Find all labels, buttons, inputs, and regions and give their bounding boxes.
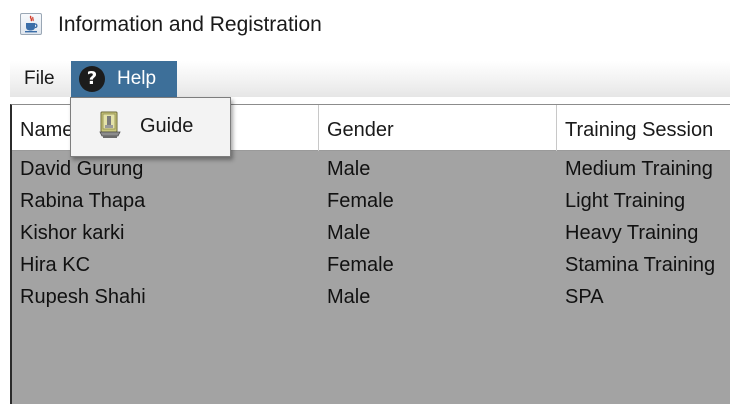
help-dropdown-menu: Guide bbox=[70, 97, 231, 157]
table-row[interactable]: David Gurung Male Medium Training bbox=[12, 153, 730, 185]
cell-training-session: Light Training bbox=[565, 190, 686, 212]
cell-gender: Female bbox=[327, 254, 394, 276]
cell-gender: Male bbox=[327, 286, 371, 308]
guide-book-icon bbox=[97, 111, 123, 139]
table-body: David Gurung Male Medium Training Rabina… bbox=[12, 153, 730, 313]
menu-item-guide[interactable]: Guide bbox=[71, 98, 230, 156]
window-title: Information and Registration bbox=[58, 13, 322, 36]
menu-help-label: Help bbox=[117, 68, 157, 89]
column-header-training-session[interactable]: Training Session bbox=[557, 105, 730, 151]
cell-name: Rabina Thapa bbox=[20, 190, 146, 212]
table-row[interactable]: Hira KC Female Stamina Training bbox=[12, 249, 730, 281]
cell-gender: Male bbox=[327, 158, 371, 180]
java-cup-icon bbox=[20, 13, 42, 35]
cell-name: David Gurung bbox=[20, 158, 144, 180]
cell-name: Rupesh Shahi bbox=[20, 286, 146, 308]
cell-training-session: Stamina Training bbox=[565, 254, 716, 276]
cell-gender: Female bbox=[327, 190, 394, 212]
app-window: Information and Registration File ? Help… bbox=[0, 0, 730, 404]
table-row[interactable]: Rabina Thapa Female Light Training bbox=[12, 185, 730, 217]
column-header-gender[interactable]: Gender bbox=[319, 105, 557, 151]
table-row[interactable]: Rupesh Shahi Male SPA bbox=[12, 281, 730, 313]
cell-gender: Male bbox=[327, 222, 371, 244]
cell-name: Hira KC bbox=[20, 254, 91, 276]
cell-training-session: Medium Training bbox=[565, 158, 713, 180]
menu-help[interactable]: ? Help bbox=[71, 61, 177, 97]
cell-name: Kishor karki bbox=[20, 222, 125, 244]
table-row[interactable]: Kishor karki Male Heavy Training bbox=[12, 217, 730, 249]
title-bar: Information and Registration bbox=[0, 0, 730, 52]
help-question-icon: ? bbox=[79, 66, 105, 92]
menu-item-guide-label: Guide bbox=[140, 115, 194, 137]
menu-file[interactable]: File bbox=[24, 61, 55, 97]
cell-training-session: Heavy Training bbox=[565, 222, 699, 244]
cell-training-session: SPA bbox=[565, 286, 604, 308]
menu-bar: File ? Help bbox=[10, 61, 730, 97]
